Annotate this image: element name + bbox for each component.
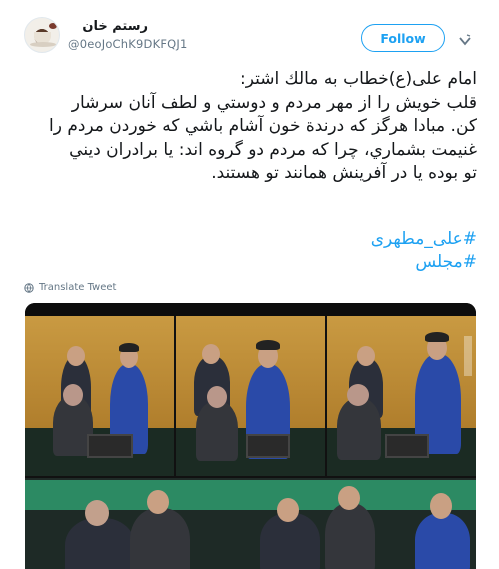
watermark xyxy=(464,336,472,376)
photo-panel[interactable] xyxy=(25,316,174,476)
tweet-text-line: غنيمت بشماري، چرا كه مردم دو گروه اند: ي… xyxy=(69,139,477,160)
photo-panel[interactable] xyxy=(176,316,325,476)
photo-panel[interactable] xyxy=(25,478,476,569)
avatar-decor xyxy=(49,23,57,29)
photo-collage[interactable] xyxy=(25,303,476,569)
chevron-down-icon[interactable] xyxy=(458,34,472,48)
photo-header-strip xyxy=(25,303,476,316)
hashtag-list: #علی_مطهری #مجلس xyxy=(22,228,477,274)
avatar[interactable] xyxy=(24,17,60,53)
avatar-saucer xyxy=(30,42,56,47)
photo-panel[interactable] xyxy=(327,316,476,476)
tweet-text-line: كن. مبادا هرگز كه درندة خون آشام باشي كه… xyxy=(48,116,477,136)
tweet-text: امام علی(ع)خطاب به مالك اشتر: قلب خويش ر… xyxy=(22,68,477,186)
tweet-card: رستم خان @0eoJoChK9DKFQJ1 Follow امام عل… xyxy=(0,0,499,569)
hashtag-link[interactable]: #مجلس xyxy=(22,251,477,274)
user-handle[interactable]: @0eoJoChK9DKFQJ1 xyxy=(68,37,188,51)
tweet-text-line: تو بوده يا در آفرينش همانند تو هستند. xyxy=(211,163,477,183)
translate-label: Translate Tweet xyxy=(39,282,117,293)
display-name[interactable]: رستم خان xyxy=(68,19,148,34)
tweet-text-line: امام علی(ع)خطاب به مالك اشتر: xyxy=(240,69,477,89)
hashtag-link[interactable]: #علی_مطهری xyxy=(22,228,477,251)
globe-icon xyxy=(24,282,34,293)
tweet-text-line: قلب خويش را از مهر مردم و دوستي و لطف آن… xyxy=(71,92,477,113)
follow-button[interactable]: Follow xyxy=(361,24,445,52)
translate-tweet-link[interactable]: Translate Tweet xyxy=(24,282,116,293)
